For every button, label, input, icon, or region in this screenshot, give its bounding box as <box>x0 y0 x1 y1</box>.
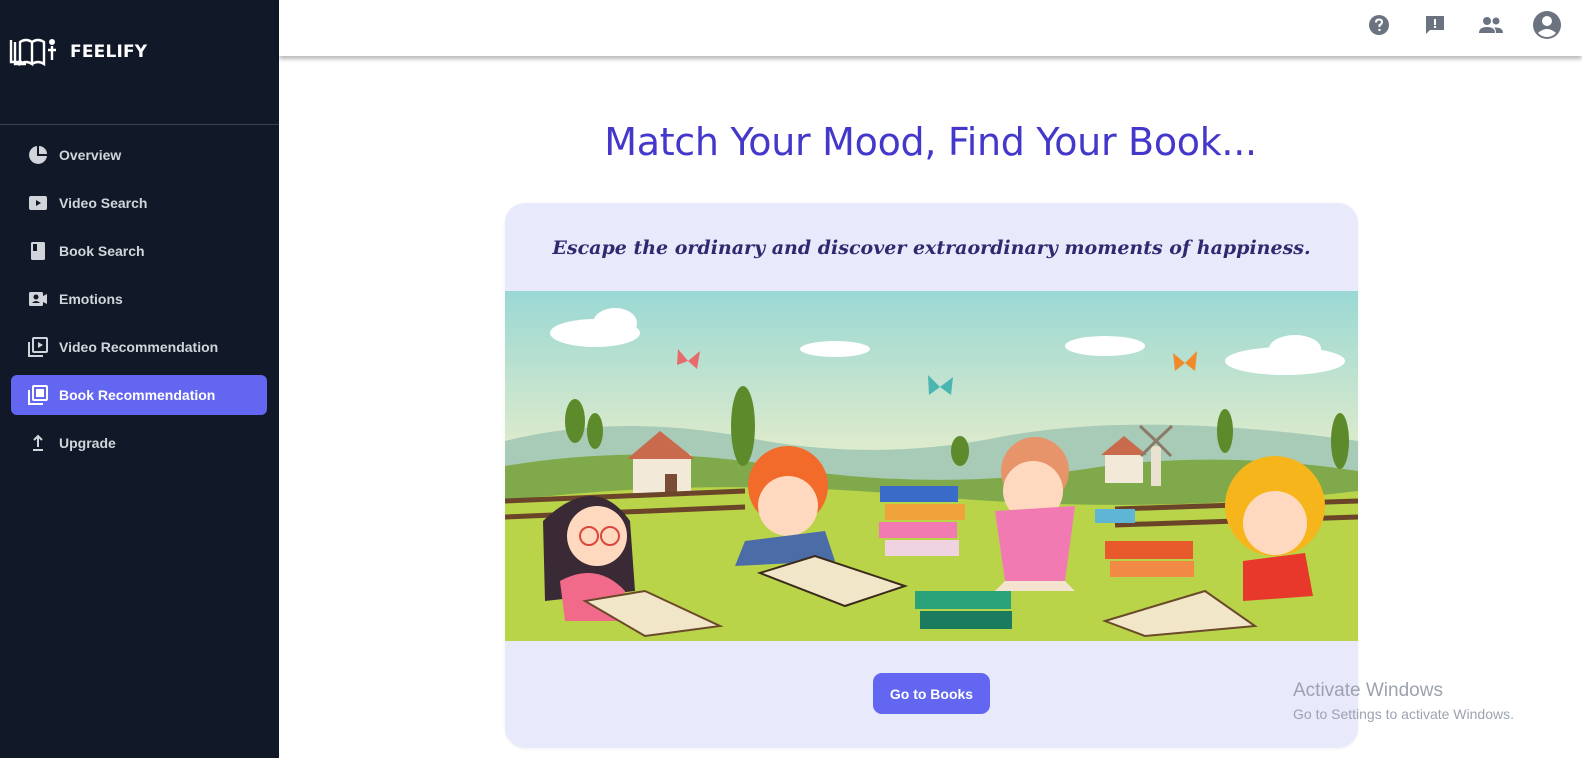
sidebar-item-book-search[interactable]: Book Search <box>11 231 267 271</box>
sidebar-item-label: Book Search <box>59 243 145 259</box>
sidebar-item-video-recommendation[interactable]: Video Recommendation <box>11 327 267 367</box>
watermark-title: Activate Windows <box>1293 680 1443 701</box>
sidebar-divider <box>0 124 279 125</box>
windows-activation-watermark: Activate Windows Go to Settings to activ… <box>1293 680 1514 722</box>
tagline: Escape the ordinary and discover extraor… <box>552 237 1311 259</box>
video-icon <box>28 193 48 213</box>
help-icon[interactable] <box>1364 10 1394 40</box>
sidebar-item-book-recommendation[interactable]: Book Recommendation <box>11 375 267 415</box>
page-title: Match Your Mood, Find Your Book... <box>604 120 1257 164</box>
sidebar-item-label: Overview <box>59 147 122 163</box>
recommendation-card: Escape the ordinary and discover extraor… <box>505 203 1358 748</box>
sidebar-item-label: Book Recommendation <box>59 387 216 403</box>
sidebar-item-overview[interactable]: Overview <box>11 135 267 175</box>
sidebar-item-video-search[interactable]: Video Search <box>11 183 267 223</box>
top-bar <box>279 0 1582 56</box>
sidebar-item-label: Video Recommendation <box>59 339 219 355</box>
library-books-icon <box>28 385 48 405</box>
pie-chart-icon <box>28 145 48 165</box>
sidebar-item-label: Emotions <box>59 291 123 307</box>
brand-name: FEELIFY <box>70 42 148 62</box>
go-to-books-button[interactable]: Go to Books <box>873 673 990 714</box>
upload-arrow-icon <box>28 433 48 453</box>
sidebar-nav: Overview Video Search Book Search Emotio… <box>11 135 267 471</box>
sidebar-item-emotions[interactable]: Emotions <box>11 279 267 319</box>
watermark-subtitle: Go to Settings to activate Windows. <box>1293 706 1514 722</box>
brand-logo[interactable]: FEELIFY <box>8 34 147 70</box>
people-icon[interactable] <box>1476 10 1506 40</box>
sidebar-item-upgrade[interactable]: Upgrade <box>11 423 267 463</box>
sidebar: FEELIFY Overview Video Search Book Searc… <box>0 0 279 758</box>
video-library-icon <box>28 337 48 357</box>
book-person-icon <box>9 38 56 67</box>
book-icon <box>28 241 48 261</box>
sidebar-item-label: Video Search <box>59 195 148 211</box>
children-reading-illustration <box>505 291 1358 641</box>
account-icon[interactable] <box>1532 10 1562 40</box>
contact-camera-icon <box>28 289 48 309</box>
feedback-icon[interactable] <box>1420 10 1450 40</box>
sidebar-item-label: Upgrade <box>59 435 116 451</box>
